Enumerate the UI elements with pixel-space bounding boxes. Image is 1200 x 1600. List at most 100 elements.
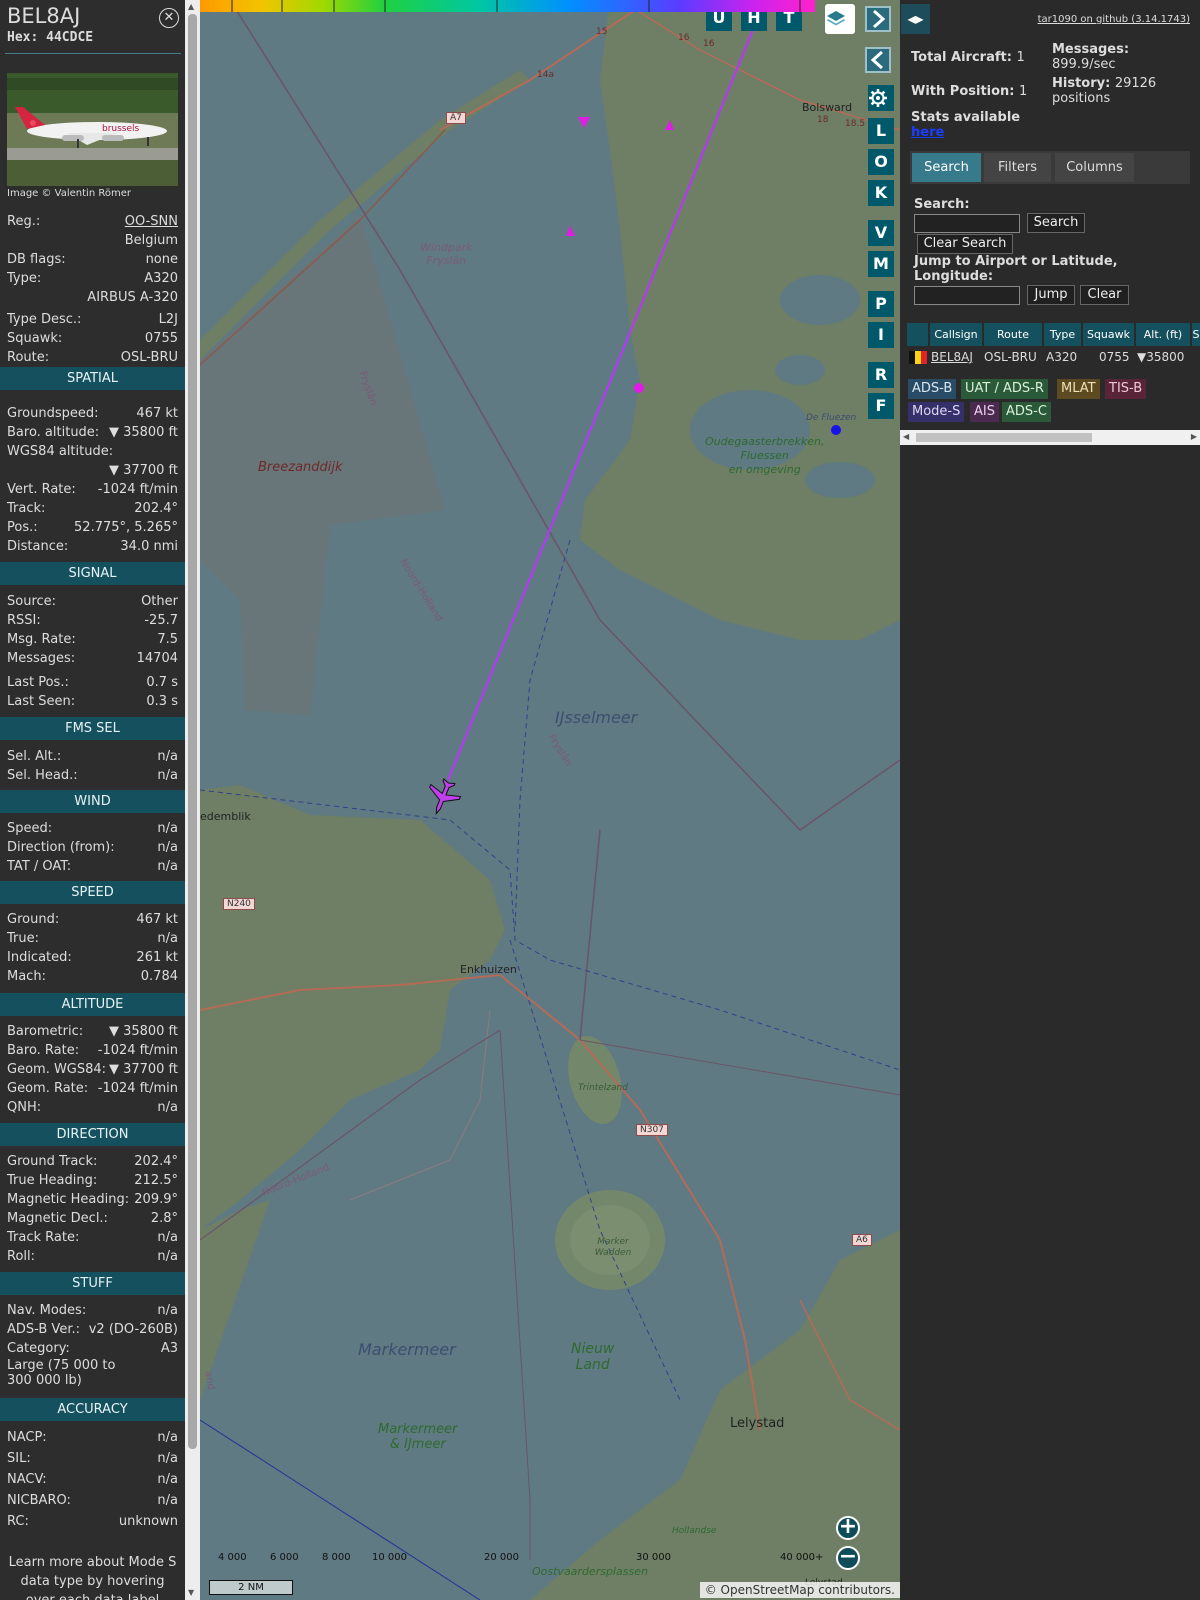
info-row-value: 52.775°, 5.265°: [74, 520, 178, 535]
scroll-down-icon[interactable]: ▼: [188, 1588, 194, 1597]
settings-button[interactable]: [868, 85, 894, 111]
section-spatial: SPATIAL: [0, 367, 185, 390]
info-row: NACV: n/a: [7, 1472, 178, 1490]
info-row-value: AIRBUS A-320: [87, 290, 178, 305]
legend-uat-adsr[interactable]: UAT / ADS-R: [961, 379, 1048, 399]
legend-modes[interactable]: Mode-S: [908, 402, 965, 422]
scroll-left-icon[interactable]: ◀: [903, 432, 909, 441]
legend-adsb[interactable]: ADS-B: [908, 379, 957, 399]
legend-mlat[interactable]: MLAT: [1057, 379, 1100, 399]
layers-button[interactable]: [825, 4, 855, 34]
flag-icon-belgium: [909, 351, 927, 367]
map-button-p[interactable]: P: [868, 291, 894, 317]
colorbar-tick-10000: 10 000: [372, 1552, 407, 1563]
legend-adsc[interactable]: ADS-C: [1002, 402, 1051, 422]
info-row-label: QNH:: [7, 1100, 42, 1115]
info-row: Sel. Head.: n/a: [7, 768, 178, 786]
scroll-right-icon[interactable]: ▶: [1191, 432, 1197, 441]
section-signal: SIGNAL: [0, 562, 185, 585]
column-type[interactable]: Type: [1044, 323, 1081, 346]
info-row-value: n/a: [157, 768, 178, 783]
tab-filters[interactable]: Filters: [984, 153, 1051, 182]
info-row: Magnetic Decl.: 2.8°: [7, 1211, 178, 1229]
clear-button[interactable]: Clear: [1080, 285, 1129, 305]
map-button-m[interactable]: M: [868, 251, 894, 277]
minus-icon[interactable]: −: [839, 1544, 857, 1569]
map-view[interactable]: Windpark Fryslân Breezanddijk Fryslân Noo…: [200, 0, 900, 1600]
scale-line: 2 NM: [209, 1580, 293, 1595]
column-callsign[interactable]: Callsign: [930, 323, 982, 346]
info-row: Sel. Alt.: n/a: [7, 749, 178, 767]
legend-ais[interactable]: AIS: [970, 402, 999, 422]
zoom-in-button[interactable]: +: [836, 1516, 860, 1540]
map-button-k[interactable]: K: [868, 180, 894, 206]
label-lelystad: Lelystad: [730, 1416, 785, 1431]
zoom-out-button[interactable]: −: [836, 1546, 860, 1570]
exit-16b: 16: [703, 39, 715, 49]
row-altitude: ▼35800: [1137, 350, 1185, 364]
info-row-value: 0.7 s: [146, 675, 178, 690]
info-row-value: 0.784: [140, 969, 178, 984]
row-callsign[interactable]: BEL8AJ: [931, 350, 973, 364]
expand-right-button[interactable]: [865, 6, 891, 32]
layers-icon[interactable]: [825, 8, 847, 30]
hscroll-thumb[interactable]: [916, 433, 1092, 442]
column-s[interactable]: S: [1192, 323, 1200, 346]
map-button-v[interactable]: V: [868, 220, 894, 246]
collapse-left-button[interactable]: [865, 47, 891, 73]
legend-tisb[interactable]: TIS-B: [1105, 379, 1147, 399]
info-row-label: True Heading:: [7, 1173, 98, 1188]
osm-attribution[interactable]: © OpenStreetMap contributors.: [699, 1582, 900, 1598]
map-button-f[interactable]: F: [868, 393, 894, 419]
jump-input[interactable]: [914, 286, 1020, 305]
map-button-o[interactable]: O: [868, 149, 894, 175]
info-row-value: 14704: [136, 651, 178, 666]
tab-columns[interactable]: Columns: [1055, 153, 1134, 182]
aircraft-photo[interactable]: brussels: [7, 73, 178, 186]
tab-search[interactable]: Search: [912, 153, 981, 182]
stats-link[interactable]: here: [911, 125, 944, 140]
search-input[interactable]: [914, 214, 1020, 233]
clear-search-button[interactable]: Clear Search: [917, 234, 1013, 254]
column-squawk[interactable]: Squawk: [1083, 323, 1134, 346]
column-altitude[interactable]: Alt. (ft): [1136, 323, 1190, 346]
label-trintelzand: Trintelzand: [578, 1083, 628, 1093]
plus-icon[interactable]: +: [839, 1514, 857, 1539]
close-info-button[interactable]: ✕: [159, 8, 179, 28]
column-route[interactable]: Route: [984, 323, 1042, 346]
toggle-sidebar-button[interactable]: ◂▸: [901, 4, 930, 34]
info-row: RC: unknown: [7, 1514, 178, 1532]
info-row-value[interactable]: OO-SNN: [125, 214, 178, 229]
label-oostvaardersplassen: Oostvaardersplassen: [532, 1565, 648, 1578]
total-aircraft: Total Aircraft: 1: [911, 50, 1025, 65]
scrollbar-thumb[interactable]: [188, 14, 197, 1449]
scroll-up-icon[interactable]: ▲: [188, 2, 194, 11]
map-button-r[interactable]: R: [868, 362, 894, 388]
table-horizontal-scrollbar[interactable]: ◀ ▶: [900, 430, 1200, 445]
section-direction: DIRECTION: [0, 1123, 185, 1146]
chevron-left-icon[interactable]: [867, 49, 889, 71]
close-icon[interactable]: ✕: [164, 10, 175, 25]
info-row-label: DB flags:: [7, 252, 66, 267]
gear-icon[interactable]: [868, 88, 888, 108]
github-link[interactable]: tar1090 on github (3.14.1743): [1038, 14, 1190, 25]
map-button-i[interactable]: I: [868, 322, 894, 348]
jump-button[interactable]: Jump: [1027, 285, 1075, 305]
info-row-label: NACP:: [7, 1430, 47, 1445]
info-row-label: NICBARO:: [7, 1493, 71, 1508]
label-windpark: Windpark Fryslân: [420, 241, 473, 267]
info-row: Distance: 34.0 nmi: [7, 539, 178, 557]
info-row: QNH: n/a: [7, 1100, 178, 1118]
chevron-right-icon[interactable]: [867, 8, 889, 30]
info-row-label: Sel. Alt.:: [7, 749, 62, 764]
info-row-value: n/a: [157, 1249, 178, 1264]
map-button-l[interactable]: L: [868, 118, 894, 144]
exit-15: 15: [596, 27, 608, 37]
info-row-label: Last Seen:: [7, 694, 76, 709]
info-panel-scrollbar[interactable]: ▲ ▼: [185, 0, 200, 1600]
label-de-fluezen: De Fluezen: [806, 413, 857, 423]
map-canvas[interactable]: [200, 0, 900, 1600]
expand-collapse-icon[interactable]: ◂▸: [907, 9, 923, 28]
info-row-value: ▼ 37700 ft: [108, 463, 178, 478]
search-button[interactable]: Search: [1027, 213, 1085, 233]
